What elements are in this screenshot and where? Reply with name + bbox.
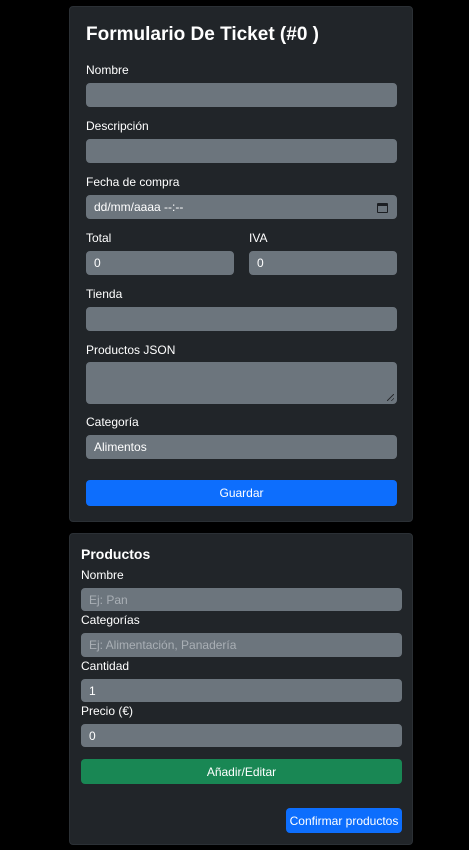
confirm-products-button[interactable]: Confirmar productos — [286, 808, 402, 833]
categoria-label: Categoría — [86, 415, 139, 429]
ticket-form-card: Formulario De Ticket (#0 ) Nombre Descri… — [69, 6, 413, 522]
fecha-label: Fecha de compra — [86, 175, 180, 189]
iva-label: IVA — [249, 231, 268, 245]
save-button[interactable]: Guardar — [86, 480, 397, 506]
ticket-form-title: Formulario De Ticket (#0 ) — [86, 24, 319, 45]
products-card: Productos Nombre Ej: Pan Categorías Ej: … — [69, 533, 413, 845]
tienda-input[interactable] — [86, 307, 397, 331]
total-input[interactable]: 0 — [86, 251, 234, 275]
product-nombre-input[interactable]: Ej: Pan — [81, 588, 402, 611]
product-precio-label: Precio (€) — [81, 704, 134, 718]
product-cantidad-label: Cantidad — [81, 659, 130, 673]
nombre-input[interactable] — [86, 83, 397, 107]
productos-json-textarea[interactable] — [86, 362, 397, 404]
iva-input[interactable]: 0 — [249, 251, 397, 275]
resize-grip-icon[interactable] — [387, 394, 394, 401]
product-nombre-label: Nombre — [81, 568, 124, 582]
productos-json-label: Productos JSON — [86, 343, 176, 357]
tienda-label: Tienda — [86, 287, 123, 301]
fecha-value: dd/mm/aaaa --:-- — [94, 200, 184, 214]
product-categorias-label: Categorías — [81, 613, 140, 627]
fecha-input[interactable]: dd/mm/aaaa --:-- — [86, 195, 397, 219]
nombre-label: Nombre — [86, 63, 129, 77]
total-label: Total — [86, 231, 112, 245]
products-title: Productos — [81, 546, 151, 562]
calendar-icon[interactable] — [377, 203, 388, 213]
categoria-select[interactable]: Alimentos — [86, 435, 397, 459]
descripcion-input[interactable] — [86, 139, 397, 163]
product-precio-input[interactable]: 0 — [81, 724, 402, 747]
product-categorias-input[interactable]: Ej: Alimentación, Panadería — [81, 633, 402, 657]
product-cantidad-input[interactable]: 1 — [81, 679, 402, 702]
add-edit-button[interactable]: Añadir/Editar — [81, 759, 402, 784]
descripcion-label: Descripción — [86, 119, 149, 133]
